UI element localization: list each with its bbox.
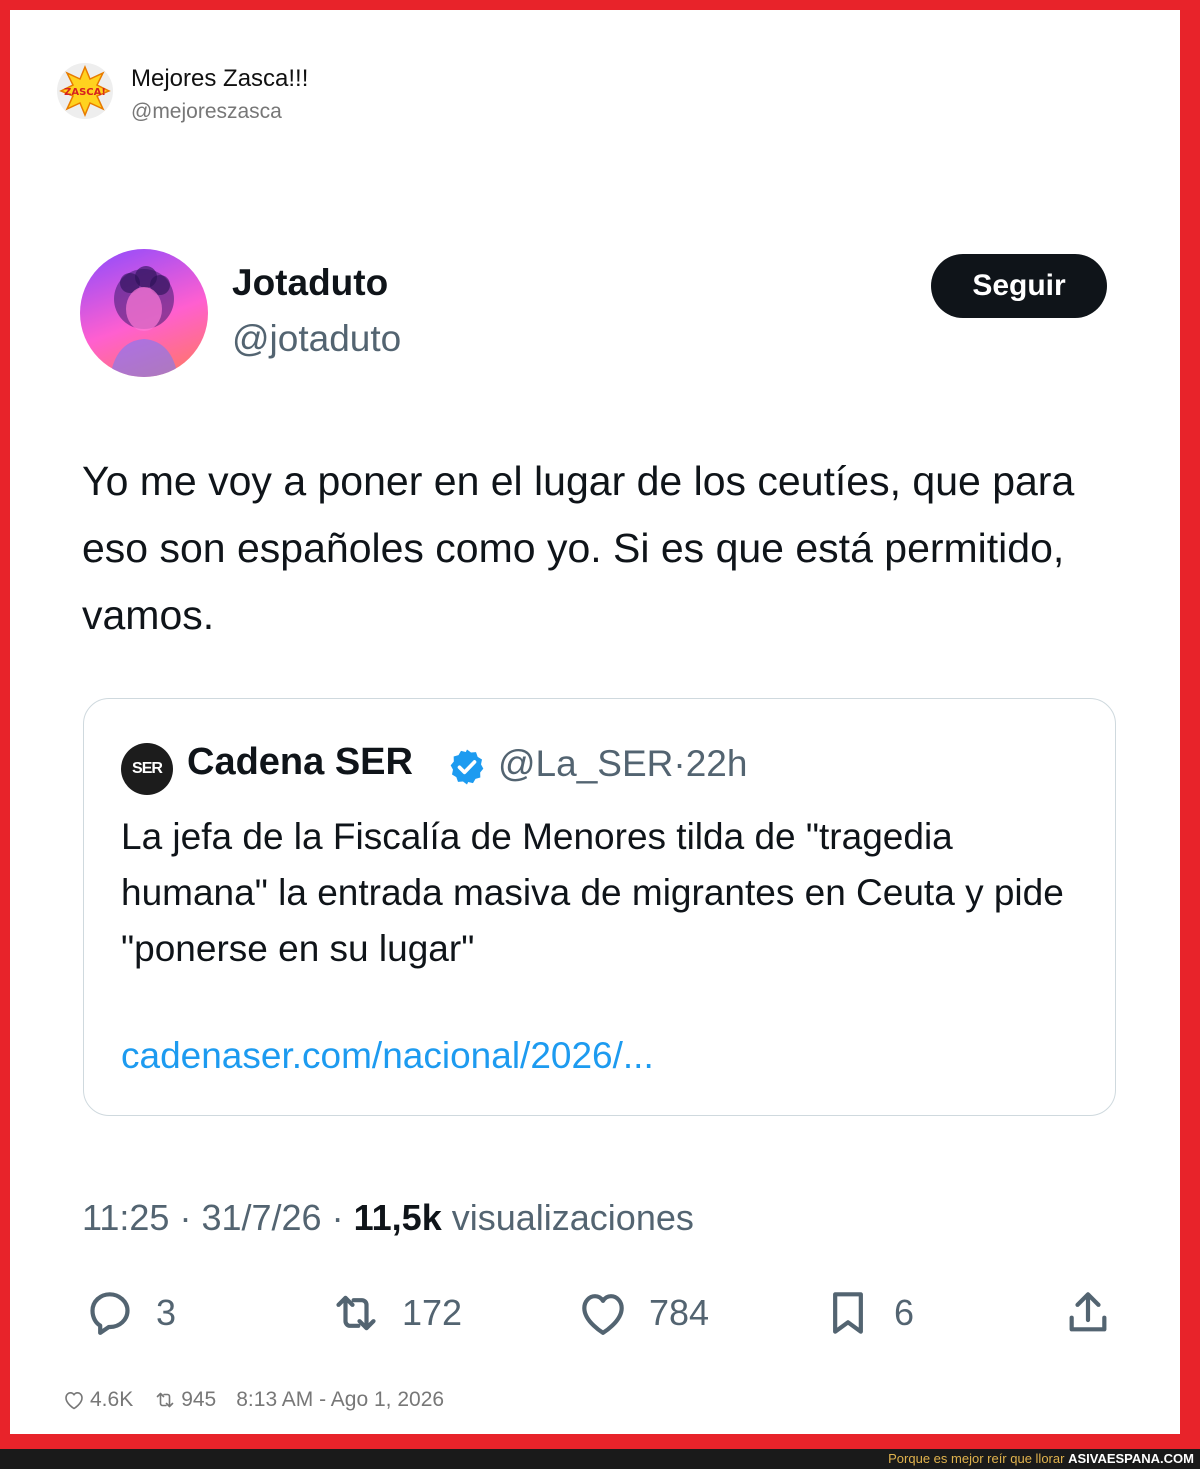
views-label: visualizaciones <box>451 1197 694 1238</box>
quoted-age[interactable]: 22h <box>686 743 748 784</box>
post-card: ZASCA! Mejores Zasca!!! @mejoreszasca Jo… <box>10 10 1180 1434</box>
outer-retweets[interactable]: 945 <box>153 1388 216 1412</box>
heart-icon <box>65 1392 83 1410</box>
retweet-button[interactable]: 172 <box>328 1283 462 1343</box>
tweet-time[interactable]: 11:25 <box>82 1197 169 1238</box>
tweet-text: Yo me voy a poner en el lugar de los ceu… <box>82 458 1075 638</box>
quoted-author-name[interactable]: Cadena SER <box>187 741 413 784</box>
retweet-count: 172 <box>402 1292 463 1333</box>
retweet-icon <box>156 1392 174 1408</box>
like-count: 784 <box>649 1292 710 1333</box>
author-name[interactable]: Jotaduto <box>232 262 388 304</box>
tweet-header: Jotaduto @jotaduto Seguir <box>80 240 1110 380</box>
follow-button[interactable]: Seguir <box>931 254 1107 318</box>
outer-account-name[interactable]: Mejores Zasca!!! <box>131 65 308 93</box>
outer-post-meta: 4.6K 945 8:13 AM - Ago 1, 2026 <box>62 1388 444 1412</box>
tweet-date[interactable]: 31/7/26 <box>201 1197 321 1238</box>
tweet-meta: 11:25 · 31/7/26 · 11,5k visualizaciones <box>82 1197 694 1239</box>
retweet-icon <box>336 1295 376 1331</box>
outer-timestamp[interactable]: 8:13 AM - Ago 1, 2026 <box>236 1388 444 1412</box>
share-icon <box>1069 1292 1107 1332</box>
footer-slogan: Porque es mejor reír que llorar <box>888 1451 1065 1466</box>
share-button[interactable] <box>1060 1283 1116 1343</box>
quoted-separator: · <box>673 743 686 784</box>
quoted-handle-line: @La_SER·22h <box>498 743 747 785</box>
author-avatar[interactable] <box>80 249 208 377</box>
zasca-logo-icon: ZASCA! <box>59 65 111 117</box>
author-handle[interactable]: @jotaduto <box>232 318 401 360</box>
reply-count: 3 <box>156 1292 177 1333</box>
action-bar: 3 172 784 6 <box>82 1283 1122 1343</box>
views-count: 11,5k <box>353 1197 442 1238</box>
reply-icon <box>90 1292 130 1335</box>
like-button[interactable]: 784 <box>575 1283 709 1343</box>
verified-badge-icon <box>450 749 484 785</box>
quoted-link[interactable]: cadenaser.com/nacional/2026/... <box>121 1035 654 1077</box>
outer-retweets-count: 945 <box>181 1388 217 1411</box>
reply-button[interactable]: 3 <box>82 1283 176 1343</box>
outer-likes-count: 4.6K <box>90 1388 134 1411</box>
heart-icon <box>582 1294 624 1335</box>
zasca-logo-text: ZASCA! <box>64 87 106 98</box>
footer-site[interactable]: ASIVAESPANA.COM <box>1068 1451 1194 1466</box>
outer-likes[interactable]: 4.6K <box>62 1388 133 1412</box>
outer-avatar[interactable]: ZASCA! <box>57 63 113 119</box>
bookmark-icon <box>833 1292 863 1334</box>
quoted-tweet-header: SER Cadena SER @La_SER·22h <box>121 739 1081 795</box>
avatar-portrait-icon <box>110 266 178 377</box>
site-footer: Porque es mejor reír que llorar ASIVAESP… <box>0 1449 1200 1469</box>
quoted-tweet[interactable]: SER Cadena SER @La_SER·22h La jefa de la… <box>83 698 1116 1116</box>
bookmark-button[interactable]: 6 <box>820 1283 914 1343</box>
quoted-author-handle[interactable]: @La_SER <box>498 743 673 784</box>
outer-account-handle[interactable]: @mejoreszasca <box>131 100 282 124</box>
bookmark-count: 6 <box>894 1292 915 1333</box>
meta-separator-1: · <box>179 1197 192 1238</box>
cadena-ser-logo[interactable]: SER <box>121 743 173 795</box>
quoted-tweet-text: La jefa de la Fiscalía de Menores tilda … <box>121 816 1064 969</box>
meta-separator-2: · <box>331 1197 344 1238</box>
